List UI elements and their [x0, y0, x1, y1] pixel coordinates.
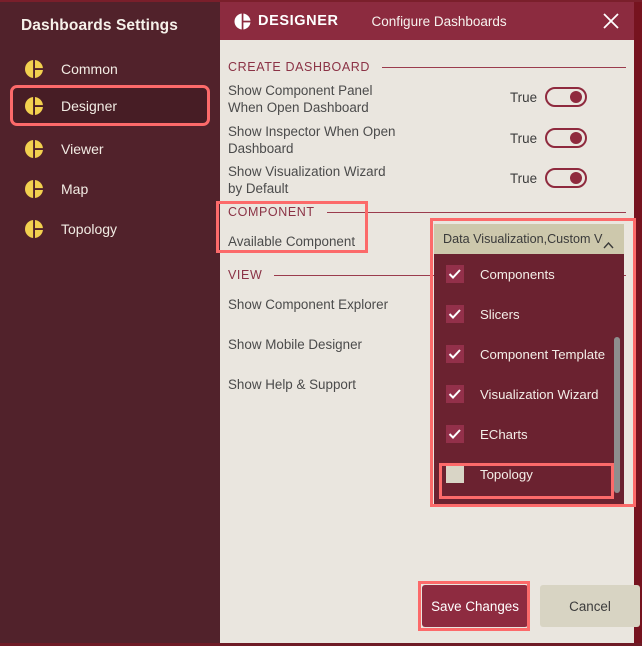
setting-label-show-inspector: Show Inspector When Open Dashboard [228, 124, 396, 156]
section-label: COMPONENT [228, 205, 315, 219]
setting-label-show-component-explorer: Show Component Explorer [228, 297, 389, 312]
dropdown-option-topology[interactable]: Topology [434, 454, 624, 494]
save-changes-label: Save Changes [431, 598, 519, 614]
page-title: Dashboards Settings [21, 17, 178, 34]
setting-label-show-help-support: Show Help & Support [228, 377, 357, 392]
dropdown-header[interactable]: Data Visualization,Custom Vis... [434, 224, 624, 254]
section-rule [382, 66, 626, 68]
pie-chart-icon [24, 138, 44, 159]
toggle-switch[interactable] [545, 128, 588, 148]
cancel-button[interactable]: Cancel [540, 585, 640, 627]
sidebar: Dashboards Settings Common Designer View… [0, 2, 220, 643]
dropdown-option-components[interactable]: Components [434, 254, 624, 294]
setting-label-available-component: Available Component [228, 234, 356, 249]
setting-label-show-mobile-designer: Show Mobile Designer [228, 337, 362, 352]
section-label: CREATE DASHBOARD [228, 60, 371, 74]
setting-label-show-component-panel: Show Component Panel When Open Dashboard [228, 83, 373, 115]
dropdown-selected-text: Data Visualization,Custom Vis... [443, 232, 603, 246]
sidebar-item-label: Map [61, 180, 89, 197]
dropdown-option-slicers[interactable]: Slicers [434, 294, 624, 334]
titlebar: DESIGNER Configure Dashboards [220, 2, 634, 40]
dropdown-scrollbar[interactable] [614, 337, 620, 493]
sidebar-item-viewer[interactable]: Viewer [12, 130, 208, 167]
titlebar-subtitle: Configure Dashboards [371, 13, 507, 29]
setting-toggle-show-inspector[interactable]: True [510, 128, 588, 148]
close-icon[interactable] [600, 10, 622, 32]
toggle-value: True [510, 89, 538, 105]
dropdown-option-list[interactable]: Components Slicers Component Template Vi… [434, 254, 624, 504]
pie-chart-icon [24, 178, 44, 199]
toggle-switch[interactable] [545, 87, 588, 107]
main-panel: DESIGNER Configure Dashboards CREATE DAS… [220, 2, 642, 643]
setting-toggle-show-component-panel[interactable]: True [510, 87, 588, 107]
toggle-value: True [510, 130, 538, 146]
setting-toggle-show-visualization-wizard[interactable]: True [510, 168, 588, 188]
pie-chart-icon [24, 218, 44, 239]
section-label: VIEW [228, 268, 263, 282]
dropdown-option-visualization-wizard[interactable]: Visualization Wizard [434, 374, 624, 414]
pie-chart-icon [24, 58, 44, 79]
available-component-dropdown[interactable]: Data Visualization,Custom Vis... Compone… [434, 224, 624, 504]
dropdown-option-label: Slicers [480, 306, 520, 322]
dropdown-option-label: Topology [480, 466, 533, 482]
chevron-up-icon[interactable] [603, 236, 614, 248]
dropdown-option-echarts[interactable]: ECharts [434, 414, 624, 454]
designer-logo-icon [234, 12, 251, 30]
sidebar-item-label: Designer [61, 97, 118, 114]
section-header-component: COMPONENT [228, 205, 626, 219]
sidebar-item-label: Topology [61, 220, 118, 237]
sidebar-item-label: Common [61, 60, 118, 77]
checkbox-checked-icon[interactable] [446, 385, 464, 403]
checkbox-checked-icon[interactable] [446, 265, 464, 283]
dropdown-option-component-template[interactable]: Component Template [434, 334, 624, 374]
cancel-label: Cancel [569, 598, 611, 614]
sidebar-item-topology[interactable]: Topology [12, 210, 208, 247]
dropdown-option-label: Components [480, 266, 555, 282]
toggle-value: True [510, 170, 538, 186]
checkbox-checked-icon[interactable] [446, 425, 464, 443]
checkbox-checked-icon[interactable] [446, 345, 464, 363]
toggle-knob [570, 172, 583, 184]
dashboards-settings-window: Dashboards Settings Common Designer View… [0, 0, 642, 646]
toggle-knob [570, 132, 583, 144]
logo-text: DESIGNER [258, 13, 339, 29]
sidebar-item-map[interactable]: Map [12, 170, 208, 207]
section-rule [326, 211, 626, 213]
sidebar-item-designer[interactable]: Designer [10, 85, 210, 126]
sidebar-item-common[interactable]: Common [12, 50, 208, 87]
toggle-knob [570, 91, 583, 103]
dropdown-option-label: ECharts [480, 426, 528, 442]
checkbox-unchecked-icon[interactable] [446, 465, 464, 483]
toggle-switch[interactable] [545, 168, 588, 188]
dropdown-option-label: Visualization Wizard [480, 386, 599, 402]
save-changes-button[interactable]: Save Changes [422, 585, 528, 627]
sidebar-item-label: Viewer [61, 140, 104, 157]
pie-chart-icon [24, 95, 44, 116]
checkbox-checked-icon[interactable] [446, 305, 464, 323]
section-header-create-dashboard: CREATE DASHBOARD [228, 60, 626, 74]
dropdown-option-label: Component Template [480, 346, 606, 362]
setting-label-show-visualization-wizard: Show Visualization Wizard by Default [228, 164, 386, 196]
